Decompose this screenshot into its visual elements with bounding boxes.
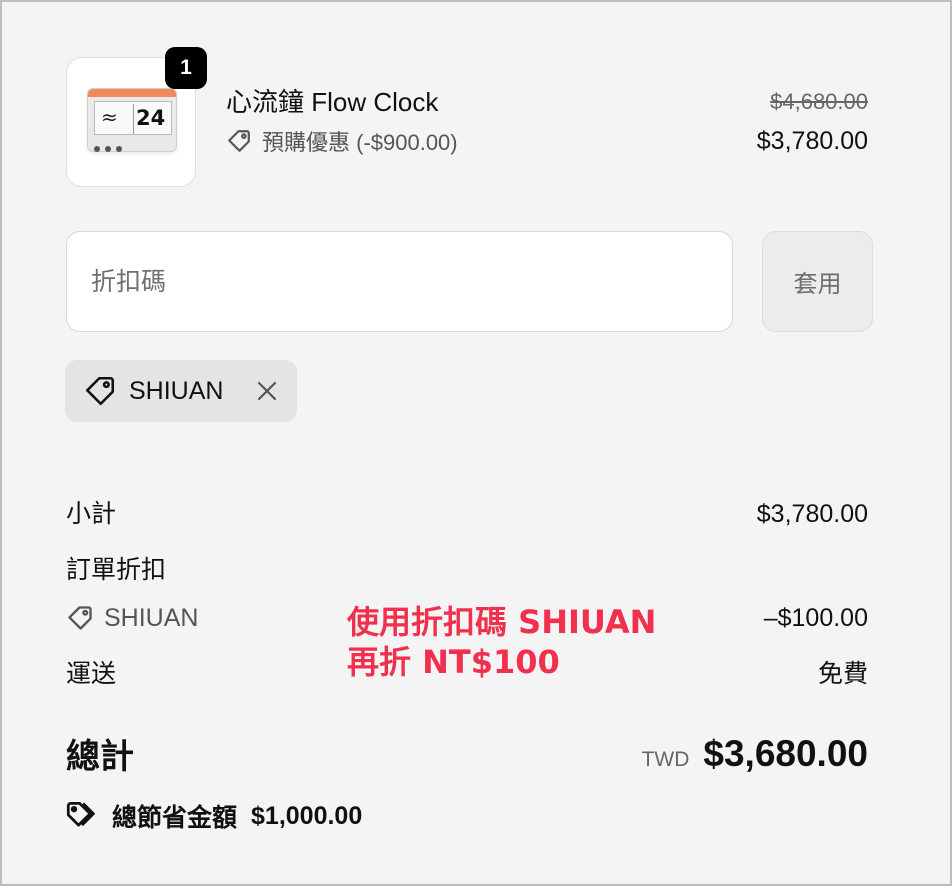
tag-icon bbox=[68, 606, 92, 630]
savings-amount: $1,000.00 bbox=[251, 801, 363, 830]
subtotal-row: 小計 $3,780.00 bbox=[66, 497, 868, 531]
annotation-line-2: 再折 NT$100 bbox=[347, 643, 560, 681]
savings-label: 總節省金額 bbox=[112, 803, 238, 832]
close-icon[interactable] bbox=[255, 379, 279, 403]
product-name: 心流鐘 Flow Clock bbox=[226, 87, 439, 117]
shipping-value: 免費 bbox=[817, 660, 868, 688]
shipping-label: 運送 bbox=[66, 659, 117, 688]
quantity-badge: 1 bbox=[165, 47, 207, 89]
apply-button[interactable]: 套用 bbox=[762, 231, 873, 332]
annotation-line-1: 使用折扣碼 SHIUAN bbox=[347, 603, 657, 641]
order-discount-label: 訂單折扣 bbox=[66, 555, 167, 584]
promo-annotation: 使用折扣碼 SHIUAN 再折 NT$100 bbox=[347, 602, 656, 682]
order-discount-row: 訂單折扣 bbox=[66, 553, 868, 587]
discount-code-input[interactable] bbox=[66, 231, 733, 332]
original-price: $4,680.00 bbox=[770, 89, 868, 114]
flow-clock-image: ≈ 24 bbox=[87, 88, 177, 152]
currency-code: TWD bbox=[641, 748, 690, 771]
discount-code-label: SHIUAN bbox=[104, 604, 199, 632]
subtotal-label: 小計 bbox=[66, 499, 117, 528]
product-promo: 預購優惠 (-$900.00) bbox=[226, 126, 458, 156]
applied-code-chip: SHIUAN bbox=[65, 360, 297, 422]
total-label: 總計 bbox=[66, 737, 134, 777]
total-amount-group: TWD $3,680.00 bbox=[642, 733, 868, 775]
total-amount: $3,680.00 bbox=[703, 733, 868, 774]
subtotal-value: $3,780.00 bbox=[756, 500, 868, 528]
promo-label: 預購優惠 (-$900.00) bbox=[262, 130, 458, 155]
current-price: $3,780.00 bbox=[756, 127, 868, 155]
total-savings: 總節省金額 $1,000.00 bbox=[66, 798, 362, 834]
tags-icon bbox=[66, 802, 95, 827]
applied-code-label: SHIUAN bbox=[129, 376, 224, 405]
discount-code-value: –$100.00 bbox=[763, 604, 868, 632]
order-summary-panel: ≈ 24 1 心流鐘 Flow Clock 預購優惠 (-$900.00) $4… bbox=[0, 0, 952, 886]
clock-screen-number: 24 bbox=[136, 106, 166, 130]
tag-icon bbox=[85, 376, 115, 406]
tag-icon bbox=[228, 130, 250, 152]
